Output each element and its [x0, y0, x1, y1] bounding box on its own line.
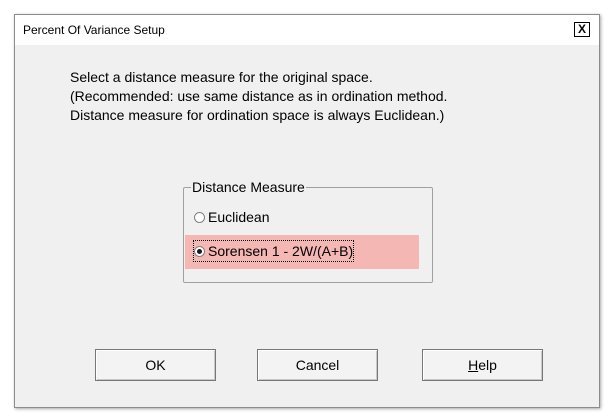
- description-line-2: (Recommended: use same distance as in or…: [70, 88, 448, 104]
- close-icon: X: [577, 22, 586, 36]
- dialog-window: Percent Of Variance Setup X Select a dis…: [14, 14, 600, 408]
- radio-selected-icon: [194, 245, 205, 257]
- title-bar[interactable]: Percent Of Variance Setup X: [15, 15, 599, 45]
- help-button-label: elp: [478, 357, 497, 373]
- radio-euclidean[interactable]: Euclidean: [194, 207, 270, 227]
- help-button[interactable]: Help: [422, 349, 543, 381]
- cancel-button-label: Cancel: [295, 357, 340, 373]
- radio-dot-icon: [197, 248, 202, 254]
- help-mnemonic: H: [468, 357, 479, 373]
- ok-button[interactable]: OK: [95, 349, 216, 381]
- radio-unselected-icon: [194, 211, 205, 223]
- radio-euclidean-label: Euclidean: [208, 209, 270, 225]
- distance-measure-group: Distance Measure Euclidean Sorensen 1 - …: [183, 179, 433, 283]
- description-line-3: Distance measure for ordination space is…: [70, 107, 445, 123]
- cancel-button[interactable]: Cancel: [257, 349, 378, 381]
- ok-button-label: OK: [145, 357, 166, 373]
- distance-measure-legend: Distance Measure: [191, 179, 306, 195]
- close-button[interactable]: X: [574, 22, 590, 37]
- description-line-1: Select a distance measure for the origin…: [70, 69, 373, 85]
- window-title: Percent Of Variance Setup: [23, 23, 165, 37]
- radio-sorensen[interactable]: Sorensen 1 - 2W/(A+B): [192, 240, 355, 262]
- radio-sorensen-label: Sorensen 1 - 2W/(A+B): [208, 243, 354, 259]
